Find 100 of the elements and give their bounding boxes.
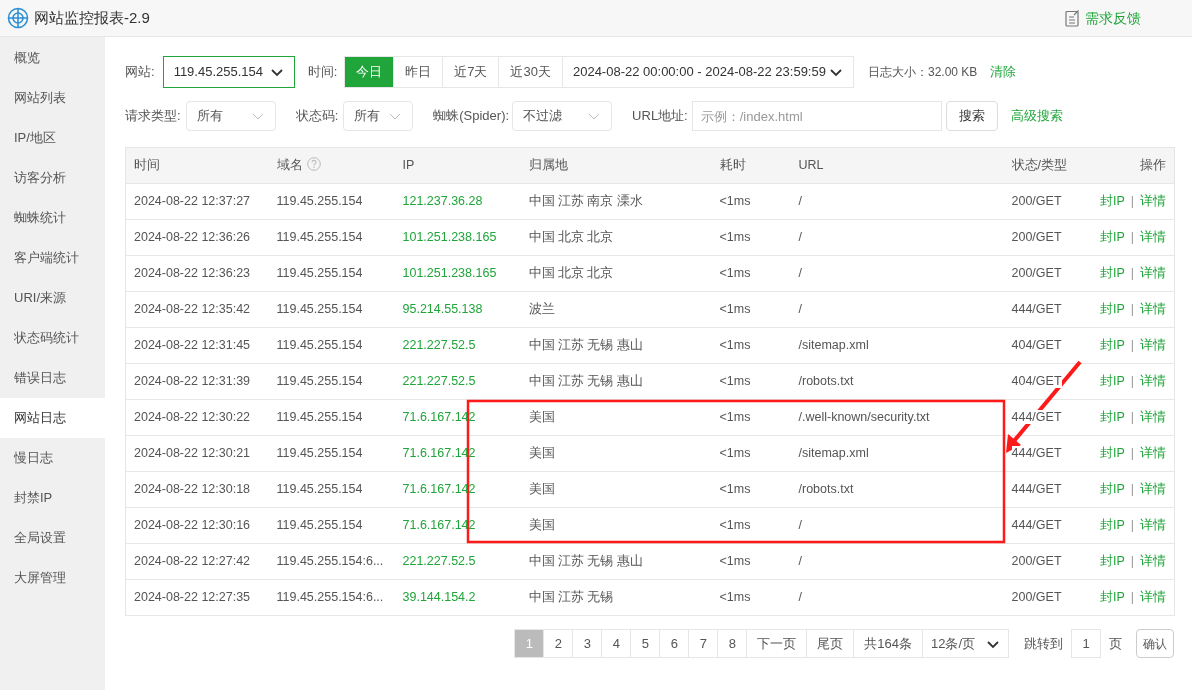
separator: | [1130,518,1134,533]
clear-link[interactable]: 清除 [990,62,1017,82]
separator: | [1130,554,1134,569]
details-link[interactable]: 详情 [1140,446,1166,461]
details-link[interactable]: 详情 [1140,230,1166,245]
target-logo-icon [7,7,29,29]
details-link[interactable]: 详情 [1140,590,1166,605]
separator: | [1130,446,1134,461]
confirm-button[interactable]: 确认 [1136,629,1174,658]
sidebar-item[interactable]: 客户端统计 [0,238,105,278]
page-number-field[interactable]: 1 [1071,629,1101,658]
ban-link[interactable]: 封IP [1099,410,1125,425]
time-range-tab[interactable]: 昨日 [393,56,444,88]
table-cell: <1ms [719,482,751,497]
ip-address[interactable]: 221.227.52.5 [402,554,476,569]
sidebar-item[interactable]: 大屏管理 [0,558,105,598]
column-header: 归属地 [528,158,568,173]
details-link[interactable]: 详情 [1140,518,1166,533]
table-cell: 中国 江苏 无锡 [528,590,614,605]
details-link[interactable]: 详情 [1140,338,1166,353]
time-range-tab[interactable]: 近30天 [498,56,563,88]
feedback-link[interactable]: 需求反馈 [1085,7,1141,29]
table-cell: <1ms [719,302,751,317]
table-cell: 中国 江苏 无锡 惠山 [528,374,643,389]
ip-address[interactable]: 39.144.154.2 [402,590,476,605]
table-cell: <1ms [719,338,751,353]
table-cell: / [798,194,802,209]
site-select[interactable]: 119.45.255.154 [162,56,295,88]
url-field[interactable]: 示例：/index.html [691,101,942,131]
table-cell: 2024-08-22 12:30:22 [134,410,251,425]
advanced-search-link[interactable]: 高级搜索 [1010,106,1063,126]
request-type-select[interactable]: 所有 [185,101,276,131]
separator: | [1130,302,1134,317]
search-button[interactable]: 搜索 [945,101,998,131]
sidebar-item[interactable]: 访客分析 [0,158,105,198]
ban-link[interactable]: 封IP [1099,194,1125,209]
table-cell: 2024-08-22 12:30:21 [134,446,251,461]
request-type-label: 请求类型: [125,107,181,126]
separator: | [1130,482,1134,497]
table-cell: <1ms [719,410,751,425]
ban-link[interactable]: 封IP [1099,374,1125,389]
date-range-select[interactable]: 2024-08-22 00:00:00 - 2024-08-22 23:59:59 [561,56,854,88]
ip-address[interactable]: 101.251.238.165 [402,230,497,245]
ban-link[interactable]: 封IP [1099,446,1125,461]
sidebar-item[interactable]: 全局设置 [0,518,105,558]
sidebar-item[interactable]: IP/地区 [0,118,105,158]
details-link[interactable]: 详情 [1140,482,1166,497]
sidebar-item[interactable]: 蜘蛛统计 [0,198,105,238]
ban-link[interactable]: 封IP [1099,302,1125,317]
sidebar-item[interactable]: 错误日志 [0,358,105,398]
ban-link[interactable]: 封IP [1099,482,1125,497]
table-cell: 119.45.255.154 [276,482,363,497]
table-cell: / [798,230,802,245]
table-cell: 美国 [528,518,555,533]
time-range-tab[interactable]: 近7天 [442,56,500,88]
details-link[interactable]: 详情 [1140,266,1166,281]
sidebar-item[interactable]: 慢日志 [0,438,105,478]
table-cell: 119.45.255.154 [276,410,363,425]
sidebar-item[interactable]: 网站列表 [0,78,105,118]
table-cell: /sitemap.xml [798,338,869,353]
table-cell: 2024-08-22 12:31:39 [134,374,251,389]
sidebar-item[interactable]: 封禁IP [0,478,105,518]
column-header: 时间 [134,158,160,173]
ip-address[interactable]: 101.251.238.165 [402,266,497,281]
ip-address[interactable]: 95.214.55.138 [402,302,483,317]
ban-link[interactable]: 封IP [1099,590,1125,605]
table-cell: 404/GET [1011,374,1062,389]
table-cell: 2024-08-22 12:30:16 [134,518,251,533]
time-range-tab[interactable]: 今日 [344,56,395,88]
sidebar-item[interactable]: URI/来源 [0,278,105,318]
ban-link[interactable]: 封IP [1099,230,1125,245]
jump-label: 跳转到 [1024,634,1063,653]
details-link[interactable]: 详情 [1140,302,1166,317]
ban-link[interactable]: 封IP [1099,266,1125,281]
ban-link[interactable]: 封IP [1099,554,1125,569]
table-cell: 119.45.255.154 [276,266,363,281]
ip-address[interactable]: 121.237.36.28 [402,194,483,209]
table-cell: 119.45.255.154 [276,230,363,245]
spider-select[interactable]: 不过滤 [512,101,613,131]
table-cell: 2024-08-22 12:27:35 [134,590,251,605]
window-title: 网站监控报表-2.9 [34,7,150,28]
sidebar-item[interactable]: 网站日志 [0,398,105,438]
ban-link[interactable]: 封IP [1099,518,1125,533]
sidebar-item[interactable]: 概览 [0,38,105,78]
ip-address[interactable]: 221.227.52.5 [402,338,476,353]
details-link[interactable]: 详情 [1140,194,1166,209]
details-link[interactable]: 详情 [1140,554,1166,569]
details-link[interactable]: 详情 [1140,374,1166,389]
table-cell: 119.45.255.154:6... [276,590,384,605]
status-code-label: 状态码: [295,107,339,126]
status-code-select[interactable]: 所有 [343,101,414,131]
table-cell: /robots.txt [798,482,854,497]
table-cell: 美国 [528,410,555,425]
details-link[interactable]: 详情 [1140,410,1166,425]
sidebar-item[interactable]: 状态码统计 [0,318,105,358]
table-cell: /.well-known/security.txt [798,410,930,425]
separator: | [1130,338,1134,353]
table-cell: 中国 北京 北京 [528,266,614,281]
ban-link[interactable]: 封IP [1099,338,1125,353]
ip-address[interactable]: 221.227.52.5 [402,374,476,389]
